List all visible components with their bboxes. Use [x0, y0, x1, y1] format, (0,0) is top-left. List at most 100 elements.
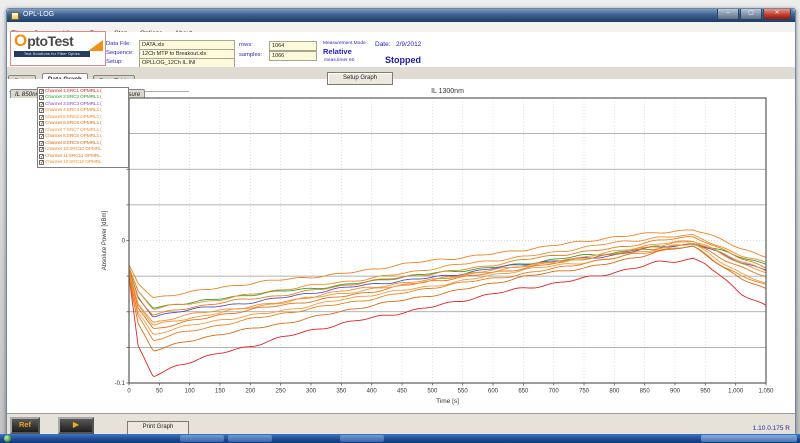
play-button[interactable]: ▶	[58, 417, 94, 434]
samples-label: samples:	[239, 52, 262, 58]
date-value: 2/9/2012	[396, 41, 421, 48]
svg-text:700: 700	[549, 389, 560, 395]
svg-text:850: 850	[640, 389, 651, 395]
channel-label: Channel 2:SRC2 OPMRL1 (	[45, 95, 102, 100]
channel-label: Channel 9:SRC9 OPMRL1 (	[45, 141, 102, 146]
setup-label: Setup:	[106, 59, 123, 65]
logo-swoosh-icon	[88, 40, 103, 51]
check-icon: ✓	[40, 102, 44, 108]
samples-field[interactable]: 1066	[269, 51, 317, 61]
svg-text:IL 1300nm: IL 1300nm	[431, 88, 464, 95]
window-title: OPL-LOG	[23, 11, 54, 18]
app-icon	[11, 12, 19, 20]
check-icon: ✓	[40, 160, 44, 166]
svg-text:750: 750	[579, 389, 590, 395]
minimize-button[interactable]: –	[717, 9, 739, 20]
rows-field[interactable]: 1064	[269, 41, 317, 51]
logo-letter: O	[14, 31, 27, 50]
svg-text:150: 150	[215, 389, 226, 395]
ref-button[interactable]: Ref	[10, 417, 40, 434]
date-label: Date:	[375, 41, 391, 48]
channel-6-checkbox[interactable]: ✓	[39, 121, 44, 126]
channel-8-checkbox[interactable]: ✓	[39, 134, 44, 139]
taskbar-button[interactable]	[340, 435, 384, 442]
svg-text:900: 900	[670, 389, 681, 395]
check-icon: ✓	[40, 95, 44, 101]
play-icon: ▶	[73, 420, 79, 429]
status-text: Stopped	[385, 55, 421, 65]
channel-label: Channel 8:SRC8 OPMRL1 (	[45, 134, 102, 139]
channel-label: Channel 11:SRC11 OPMRL	[45, 154, 101, 159]
channel-label: Channel 4:SRC4 OPMRL1 (	[45, 108, 102, 113]
channel-5-checkbox[interactable]: ✓	[39, 115, 44, 120]
sequence-label: Sequence:	[106, 50, 134, 56]
channel-1-checkbox[interactable]: ✓	[39, 89, 44, 94]
channel-row[interactable]: ✓Channel 12:SRC12 OPMRL	[38, 160, 128, 167]
svg-text:1,050: 1,050	[758, 389, 774, 395]
svg-text:300: 300	[306, 389, 317, 395]
check-icon: ✓	[40, 154, 44, 160]
channel-4-checkbox[interactable]: ✓	[39, 108, 44, 113]
channel-2-checkbox[interactable]: ✓	[39, 95, 44, 100]
desktop: OPL-LOG – ▢ ✕ File Setup View Run Stop O…	[0, 0, 800, 443]
optotest-logo: OptoTest Test Solutions for Fiber Optics	[10, 31, 106, 66]
svg-text:-0.1: -0.1	[115, 381, 126, 387]
bottom-toolbar: Ref ▶ Print Graph 1.10.0.175 R	[7, 413, 795, 436]
start-button[interactable]	[4, 435, 11, 442]
svg-text:450: 450	[397, 389, 408, 395]
taskbar-button[interactable]	[180, 435, 224, 442]
svg-text:650: 650	[518, 389, 529, 395]
channel-10-checkbox[interactable]: ✓	[39, 147, 44, 152]
channel-3-checkbox[interactable]: ✓	[39, 102, 44, 107]
maximize-icon: ▢	[748, 10, 754, 16]
system-tray	[701, 435, 797, 442]
channel-label: Channel 7:SRC7 OPMRL1 (	[45, 128, 102, 133]
measurement-mode-label: Measurement Mode	[323, 41, 366, 46]
channel-11-checkbox[interactable]: ✓	[39, 154, 44, 159]
channel-7-checkbox[interactable]: ✓	[39, 128, 44, 133]
print-graph-button[interactable]: Print Graph	[127, 421, 189, 435]
svg-text:100: 100	[185, 389, 196, 395]
svg-text:50: 50	[156, 389, 163, 395]
channel-label: Channel 3:SRC3 OPMRL1 (	[45, 102, 102, 107]
app-window: OPL-LOG – ▢ ✕ File Setup View Run Stop O…	[6, 8, 796, 436]
svg-text:600: 600	[488, 389, 499, 395]
svg-text:550: 550	[458, 389, 469, 395]
graph-page: IL 850nm IL 1300nm AUX Measure ✓Channel …	[7, 79, 795, 413]
maximize-button[interactable]: ▢	[740, 9, 762, 20]
check-icon: ✓	[40, 128, 44, 134]
check-icon: ✓	[40, 89, 44, 95]
svg-text:800: 800	[609, 389, 620, 395]
rows-label: rows:	[239, 42, 253, 48]
svg-text:250: 250	[276, 389, 287, 395]
check-icon: ✓	[40, 108, 44, 114]
data-file-label: Data File:	[106, 41, 131, 47]
channel-label: Channel 12:SRC12 OPMRL	[45, 160, 102, 165]
close-button[interactable]: ✕	[763, 9, 791, 20]
setup-graph-button[interactable]: Setup Graph	[327, 72, 393, 85]
svg-text:0: 0	[122, 239, 126, 245]
logo-text: ptoTest	[27, 33, 73, 49]
svg-text:500: 500	[427, 389, 438, 395]
svg-text:200: 200	[245, 389, 256, 395]
svg-text:1,000: 1,000	[728, 389, 744, 395]
logo-tagline: Test Solutions for Fiber Optics	[14, 51, 90, 57]
check-icon: ✓	[40, 121, 44, 127]
minimize-icon: –	[726, 10, 729, 16]
svg-text:0: 0	[127, 389, 131, 395]
svg-text:350: 350	[336, 389, 347, 395]
taskbar-button[interactable]	[228, 435, 272, 442]
check-icon: ✓	[40, 115, 44, 121]
meas-timer-label: meas.timer 60	[324, 58, 354, 63]
title-bar[interactable]: OPL-LOG – ▢ ✕	[7, 9, 795, 22]
svg-text:Time [s]: Time [s]	[436, 398, 459, 405]
svg-text:Absolute Power [dBm]: Absolute Power [dBm]	[102, 210, 108, 270]
channel-label: Channel 6:SRC6 OPMRL1 (	[45, 121, 102, 126]
channel-12-checkbox[interactable]: ✓	[39, 160, 44, 165]
check-icon: ✓	[40, 147, 44, 153]
taskbar	[0, 434, 800, 443]
version-text: 1.10.0.175 R	[753, 425, 790, 432]
channel-label: Channel 1:SRC1 OPMRL1 (	[45, 89, 102, 94]
channel-label: Channel 5:SRC5 OPMRL1 (	[45, 115, 102, 120]
channel-9-checkbox[interactable]: ✓	[39, 141, 44, 146]
